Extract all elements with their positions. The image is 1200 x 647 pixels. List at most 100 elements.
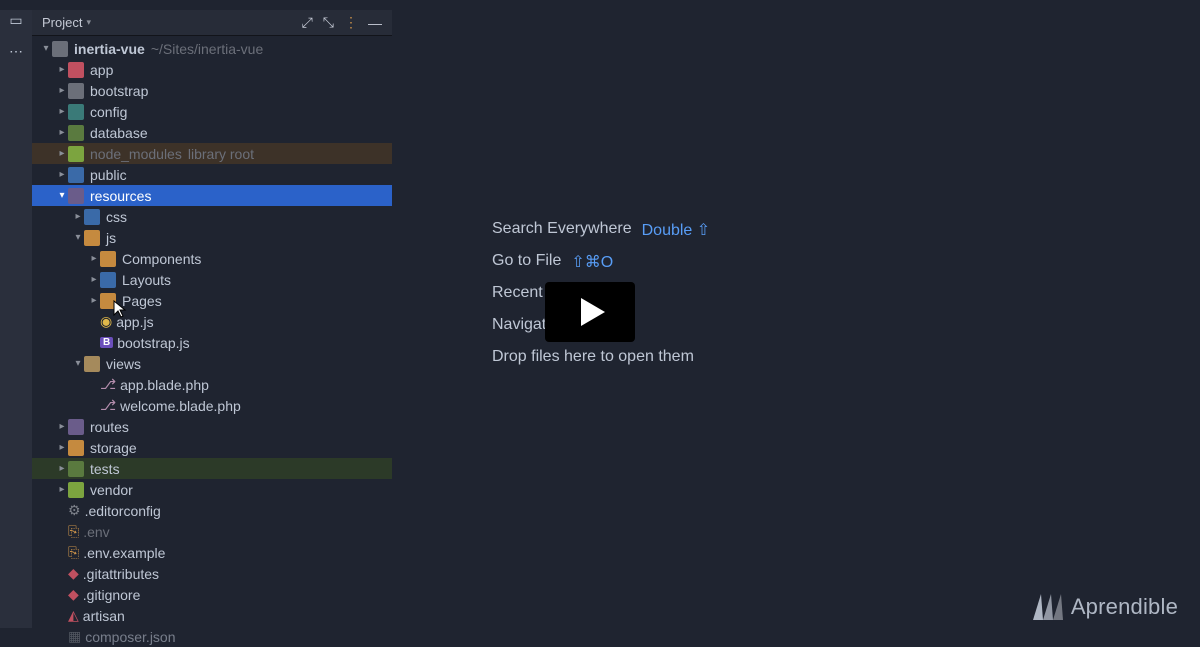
git-file-icon: ◆: [68, 586, 79, 603]
folder-icon: [68, 146, 84, 162]
collapse-icon[interactable]: ⤡: [323, 14, 334, 31]
monitor-icon[interactable]: ▭: [9, 12, 22, 29]
editorconfig-icon: ⚙: [68, 502, 81, 519]
folder-icon: [68, 125, 84, 141]
tree-item-label: bootstrap: [90, 83, 148, 99]
tree-item-label: views: [106, 356, 141, 372]
tree-item-label: .env: [83, 524, 109, 540]
tree-folder-css[interactable]: css: [32, 206, 392, 227]
tree-root-name: inertia-vue: [74, 41, 145, 57]
tree-folder-components[interactable]: Components: [32, 248, 392, 269]
watermark-text: Aprendible: [1071, 594, 1178, 620]
tree-root[interactable]: inertia-vue ~/Sites/inertia-vue: [32, 38, 392, 59]
hint-drop-label: Drop files here to open them: [492, 348, 694, 366]
options-icon[interactable]: ⋮: [344, 14, 358, 31]
chevron-right-icon[interactable]: [56, 106, 68, 117]
tree-file-composer[interactable]: ▦ composer.json: [32, 626, 392, 647]
tree-folder-layouts[interactable]: Layouts: [32, 269, 392, 290]
tree-item-label: storage: [90, 440, 137, 456]
tree-file-gitignore[interactable]: ◆ .gitignore: [32, 584, 392, 605]
tree-file-welcome-blade[interactable]: ⎇ welcome.blade.php: [32, 395, 392, 416]
folder-icon: [68, 167, 84, 183]
minimize-icon[interactable]: —: [368, 15, 382, 31]
chevron-right-icon[interactable]: [56, 148, 68, 159]
tree-folder-node-modules[interactable]: node_modules library root: [32, 143, 392, 164]
tree-item-label: .editorconfig: [85, 503, 161, 519]
tree-folder-resources[interactable]: resources: [32, 185, 392, 206]
tree-file-editorconfig[interactable]: ⚙ .editorconfig: [32, 500, 392, 521]
folder-icon: [84, 356, 100, 372]
tree-item-label: css: [106, 209, 127, 225]
tree-file-gitattributes[interactable]: ◆ .gitattributes: [32, 563, 392, 584]
more-icon[interactable]: ⋯: [9, 43, 23, 60]
tree-root-path: ~/Sites/inertia-vue: [151, 41, 263, 57]
folder-icon: [100, 293, 116, 309]
json-file-icon: ▦: [68, 628, 81, 645]
chevron-right-icon[interactable]: [88, 274, 100, 285]
folder-icon: [68, 188, 84, 204]
chevron-right-icon[interactable]: [56, 421, 68, 432]
tree-folder-js[interactable]: js: [32, 227, 392, 248]
folder-icon: [68, 104, 84, 120]
sidebar-title-label: Project: [42, 15, 82, 30]
project-tree[interactable]: inertia-vue ~/Sites/inertia-vue app boot…: [32, 36, 392, 647]
tree-file-bootstrapjs[interactable]: B bootstrap.js: [32, 332, 392, 353]
tree-folder-tests[interactable]: tests: [32, 458, 392, 479]
tree-folder-database[interactable]: database: [32, 122, 392, 143]
tree-file-app-blade[interactable]: ⎇ app.blade.php: [32, 374, 392, 395]
chevron-right-icon[interactable]: [56, 127, 68, 138]
chevron-right-icon[interactable]: [72, 211, 84, 222]
sidebar-title-dropdown[interactable]: Project ▾: [42, 15, 91, 30]
hint-goto-label: Go to File: [492, 252, 561, 272]
hint-goto-key: ⇧⌘O: [571, 252, 613, 272]
chevron-down-icon[interactable]: [40, 43, 52, 54]
hint-search-label: Search Everywhere: [492, 220, 632, 240]
chevron-right-icon[interactable]: [56, 85, 68, 96]
editor-empty-state: Search Everywhere Double ⇧ Go to File ⇧⌘…: [392, 10, 1200, 628]
tree-folder-vendor[interactable]: vendor: [32, 479, 392, 500]
tree-file-artisan[interactable]: ◭ artisan: [32, 605, 392, 626]
tree-item-label: bootstrap.js: [117, 335, 189, 351]
chevron-right-icon[interactable]: [88, 295, 100, 306]
tree-item-label: artisan: [83, 608, 125, 624]
tree-item-label: app.blade.php: [120, 377, 209, 393]
tree-file-appjs[interactable]: ◉ app.js: [32, 311, 392, 332]
tree-folder-bootstrap[interactable]: bootstrap: [32, 80, 392, 101]
chevron-right-icon[interactable]: [88, 253, 100, 264]
tree-item-label: Layouts: [122, 272, 171, 288]
tree-item-label: app.js: [116, 314, 153, 330]
tool-window-gutter[interactable]: ▭ ⋯: [0, 10, 32, 628]
folder-icon: [100, 251, 116, 267]
js-file-icon: ◉: [100, 313, 112, 330]
chevron-right-icon[interactable]: [56, 484, 68, 495]
chevron-right-icon[interactable]: [56, 442, 68, 453]
expand-icon[interactable]: ⤢: [302, 14, 313, 31]
tree-file-env-example[interactable]: ⎘ .env.example: [32, 542, 392, 563]
tree-folder-app[interactable]: app: [32, 59, 392, 80]
tree-folder-public[interactable]: public: [32, 164, 392, 185]
chevron-down-icon[interactable]: [56, 190, 68, 201]
chevron-right-icon[interactable]: [56, 169, 68, 180]
tree-file-env[interactable]: ⎘ .env: [32, 521, 392, 542]
tree-item-label: vendor: [90, 482, 133, 498]
tree-folder-storage[interactable]: storage: [32, 437, 392, 458]
tree-item-label: welcome.blade.php: [120, 398, 241, 414]
tree-item-label: js: [106, 230, 116, 246]
chevron-down-icon[interactable]: [72, 358, 84, 369]
video-play-button[interactable]: [545, 282, 635, 342]
folder-icon: [84, 209, 100, 225]
tree-item-label: Components: [122, 251, 201, 267]
tree-item-label: .env.example: [83, 545, 165, 561]
chevron-right-icon[interactable]: [56, 64, 68, 75]
chevron-right-icon[interactable]: [56, 463, 68, 474]
tree-item-label: app: [90, 62, 113, 78]
env-file-icon: ⎘: [68, 544, 79, 561]
chevron-down-icon[interactable]: [72, 232, 84, 243]
tree-folder-routes[interactable]: routes: [32, 416, 392, 437]
tree-folder-views[interactable]: views: [32, 353, 392, 374]
tree-folder-config[interactable]: config: [32, 101, 392, 122]
folder-icon: [68, 482, 84, 498]
tree-folder-pages[interactable]: Pages: [32, 290, 392, 311]
git-file-icon: ◆: [68, 565, 79, 582]
tree-item-label: .gitattributes: [83, 566, 159, 582]
